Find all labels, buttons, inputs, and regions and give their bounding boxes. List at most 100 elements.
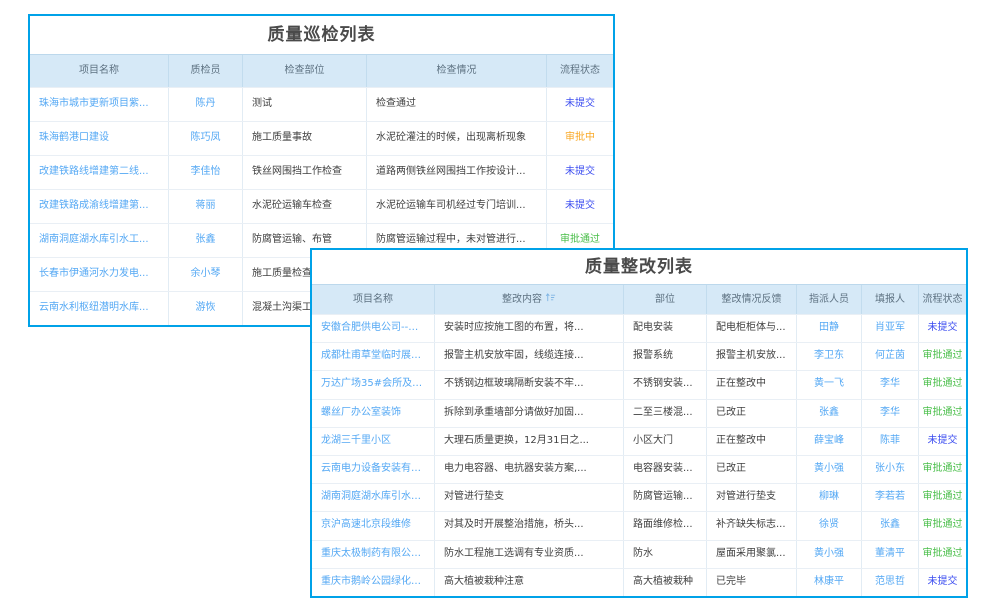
cell-inspector[interactable]: 游恢: [169, 292, 243, 325]
cell-assignee[interactable]: 黄小强: [797, 541, 862, 568]
cell-feedback: 已改正: [707, 400, 797, 427]
cell-assignee[interactable]: 徐贤: [797, 512, 862, 539]
cell-inspect-situation: 水泥砼运输车司机经过专门培训...: [367, 190, 547, 223]
sort-icon[interactable]: [545, 286, 556, 314]
cell-project-name[interactable]: 安徽合肥供电公司--配电设备...: [312, 315, 435, 342]
cell-reporter[interactable]: 张小东: [862, 456, 919, 483]
cell-project-name[interactable]: 龙湖三千里小区: [312, 428, 435, 455]
cell-feedback: 正在整改中: [707, 428, 797, 455]
cell-inspect-part: 铁丝网围挡工作检查: [243, 156, 367, 189]
column-header-feedback: 整改情况反馈: [707, 285, 797, 314]
cell-reporter[interactable]: 李华: [862, 400, 919, 427]
table-row: 改建铁路成渝线增建第...蒋丽水泥砼运输车检查水泥砼运输车司机经过专门培训...…: [30, 189, 613, 223]
cell-inspector[interactable]: 陈丹: [169, 88, 243, 121]
cell-process-status: 审批通过: [919, 541, 966, 568]
cell-process-status: 审批通过: [919, 512, 966, 539]
cell-rectify-content: 电力电容器、电抗器安装方案,...: [435, 456, 624, 483]
cell-reporter[interactable]: 何芷茵: [862, 343, 919, 370]
cell-process-status: 未提交: [919, 428, 966, 455]
cell-reporter[interactable]: 董清平: [862, 541, 919, 568]
table-row: 万达广场35#会所及咖啡厅空...不锈钢边框玻璃隔断安装不牢...不锈钢安装..…: [312, 370, 966, 398]
cell-assignee[interactable]: 柳琳: [797, 484, 862, 511]
cell-inspector[interactable]: 陈巧凤: [169, 122, 243, 155]
cell-process-status: 未提交: [919, 569, 966, 596]
rectification-table: 质量整改列表 项目名称整改内容部位整改情况反馈指派人员填报人流程状态 安徽合肥供…: [310, 248, 968, 598]
cell-reporter[interactable]: 肖亚军: [862, 315, 919, 342]
cell-inspect-situation: 检查通过: [367, 88, 547, 121]
column-label: 整改情况反馈: [722, 294, 782, 305]
cell-project-name[interactable]: 云南水利枢纽潜明水库...: [30, 292, 169, 325]
table-row: 螺丝厂办公室装饰拆除到承重墙部分请做好加固...二至三楼混...已改正张鑫李华审…: [312, 399, 966, 427]
column-label: 流程状态: [560, 65, 600, 76]
cell-project-name[interactable]: 湖南洞庭湖水库引水工...: [30, 224, 169, 257]
table-row: 湖南洞庭湖水库引水工程施工标对管进行垫支防腐管运输...对管进行垫支柳琳李若若审…: [312, 483, 966, 511]
cell-rectify-content: 大理石质量更换，12月31日之...: [435, 428, 624, 455]
cell-project-name[interactable]: 改建铁路线增建第二线...: [30, 156, 169, 189]
cell-reporter[interactable]: 张鑫: [862, 512, 919, 539]
column-header-process-status: 流程状态: [919, 285, 966, 314]
cell-inspector[interactable]: 余小琴: [169, 258, 243, 291]
cell-process-status: 审批通过: [919, 343, 966, 370]
cell-feedback: 屋面采用聚氯...: [707, 541, 797, 568]
cell-project-name[interactable]: 重庆太极制药有限公司亳州中...: [312, 541, 435, 568]
cell-project-name[interactable]: 京沪高速北京段维修: [312, 512, 435, 539]
cell-assignee[interactable]: 黄一飞: [797, 371, 862, 398]
cell-feedback: 已完毕: [707, 569, 797, 596]
cell-feedback: 配电柜柜体与...: [707, 315, 797, 342]
cell-project-name[interactable]: 长春市伊通河水力发电...: [30, 258, 169, 291]
column-header-reporter: 填报人: [862, 285, 919, 314]
cell-feedback: 对管进行垫支: [707, 484, 797, 511]
cell-project-name[interactable]: 珠海市城市更新项目紫...: [30, 88, 169, 121]
table-title: 质量巡检列表: [30, 16, 613, 54]
cell-inspector[interactable]: 蒋丽: [169, 190, 243, 223]
cell-project-name[interactable]: 重庆市鹅岭公园绿化景观提升...: [312, 569, 435, 596]
cell-part: 电容器安装...: [624, 456, 707, 483]
cell-assignee[interactable]: 林康平: [797, 569, 862, 596]
cell-reporter[interactable]: 范思哲: [862, 569, 919, 596]
cell-assignee[interactable]: 张鑫: [797, 400, 862, 427]
cell-project-name[interactable]: 改建铁路成渝线增建第...: [30, 190, 169, 223]
cell-project-name[interactable]: 螺丝厂办公室装饰: [312, 400, 435, 427]
column-label: 质检员: [191, 65, 221, 76]
column-label: 部位: [655, 294, 675, 305]
cell-feedback: 已改正: [707, 456, 797, 483]
cell-process-status: 未提交: [547, 190, 613, 223]
cell-process-status: 未提交: [919, 315, 966, 342]
table-header-row: 项目名称整改内容 部位 整改情况反馈 指派人员 填报人 流程状态: [312, 284, 966, 314]
cell-process-status: 审批通过: [919, 400, 966, 427]
cell-project-name[interactable]: 万达广场35#会所及咖啡厅空...: [312, 371, 435, 398]
table-header-row: 项目名称质检员检查部位检查情况流程状态: [30, 54, 613, 87]
cell-inspector[interactable]: 李佳怡: [169, 156, 243, 189]
cell-assignee[interactable]: 李卫东: [797, 343, 862, 370]
cell-assignee[interactable]: 田静: [797, 315, 862, 342]
table-row: 改建铁路线增建第二线...李佳怡铁丝网围挡工作检查道路两侧铁丝网围挡工作按设计.…: [30, 155, 613, 189]
column-header-rectify-content[interactable]: 整改内容: [435, 285, 624, 314]
cell-inspect-part: 施工质量事故: [243, 122, 367, 155]
column-header-inspect-part: 检查部位: [243, 55, 367, 87]
column-header-part: 部位: [624, 285, 707, 314]
cell-reporter[interactable]: 李若若: [862, 484, 919, 511]
cell-assignee[interactable]: 黄小强: [797, 456, 862, 483]
cell-part: 防腐管运输...: [624, 484, 707, 511]
cell-rectify-content: 对管进行垫支: [435, 484, 624, 511]
column-header-assignee: 指派人员: [797, 285, 862, 314]
cell-reporter[interactable]: 李华: [862, 371, 919, 398]
table-row: 重庆市鹅岭公园绿化景观提升...高大植被栽种注意高大植被栽种已完毕林康平范思哲未…: [312, 568, 966, 596]
cell-project-name[interactable]: 湖南洞庭湖水库引水工程施工标: [312, 484, 435, 511]
cell-project-name[interactable]: 成都杜甫草堂临时展厅独立展...: [312, 343, 435, 370]
column-label: 指派人员: [809, 294, 849, 305]
cell-part: 配电安装: [624, 315, 707, 342]
cell-project-name[interactable]: 珠海鹤港口建设: [30, 122, 169, 155]
cell-rectify-content: 报警主机安放牢固，线缆连接...: [435, 343, 624, 370]
column-header-inspect-situation: 检查情况: [367, 55, 547, 87]
cell-rectify-content: 防水工程施工选调有专业资质...: [435, 541, 624, 568]
column-header-project-name: 项目名称: [312, 285, 435, 314]
cell-project-name[interactable]: 云南电力设备安装有限公司20...: [312, 456, 435, 483]
cell-assignee[interactable]: 薛宝峰: [797, 428, 862, 455]
cell-process-status: 未提交: [547, 156, 613, 189]
cell-reporter[interactable]: 陈菲: [862, 428, 919, 455]
column-label: 填报人: [875, 294, 905, 305]
cell-inspector[interactable]: 张鑫: [169, 224, 243, 257]
column-header-process-status: 流程状态: [547, 55, 613, 87]
cell-rectify-content: 不锈钢边框玻璃隔断安装不牢...: [435, 371, 624, 398]
